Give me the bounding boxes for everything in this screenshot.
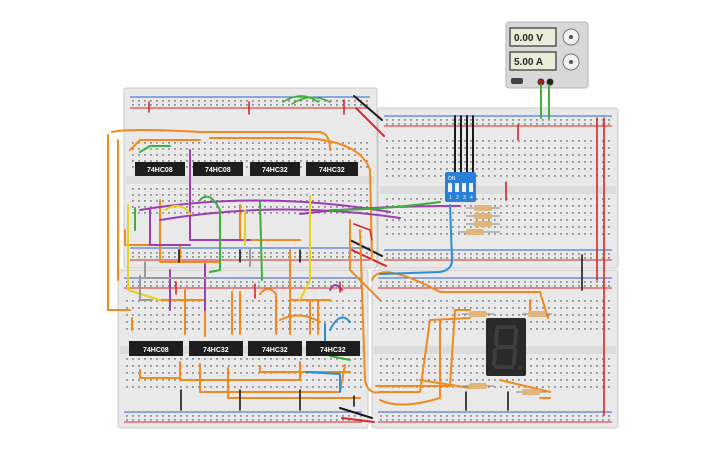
logic-chip[interactable]: 74HC32 bbox=[250, 162, 300, 176]
chip-label: 74HC32 bbox=[319, 167, 345, 174]
dip-switch-toggle[interactable] bbox=[462, 183, 466, 192]
logic-chip[interactable]: 74HC32 bbox=[306, 341, 360, 356]
logic-chip[interactable]: 74HC32 bbox=[248, 341, 302, 356]
logic-chip[interactable]: 74HC32 bbox=[306, 162, 358, 176]
breadboard-top-right[interactable] bbox=[377, 107, 619, 269]
chip-label: 74HC32 bbox=[203, 347, 229, 354]
seven-segment-display[interactable] bbox=[486, 318, 526, 376]
chip-label: 74HC32 bbox=[262, 167, 288, 174]
logic-chip[interactable]: 74HC08 bbox=[135, 162, 185, 176]
power-supply[interactable]: 0.00 V 5.00 A bbox=[505, 21, 589, 89]
dip-switch-toggle[interactable] bbox=[455, 183, 459, 192]
power-switch[interactable] bbox=[511, 78, 523, 84]
chip-label: 74HC08 bbox=[143, 347, 169, 354]
dip-switch-position-2: 2 bbox=[456, 195, 459, 201]
logic-chip[interactable]: 74HC08 bbox=[193, 162, 243, 176]
chip-label: 74HC32 bbox=[320, 347, 346, 354]
logic-chip[interactable]: 74HC08 bbox=[129, 341, 183, 356]
dip-switch-position-3: 3 bbox=[463, 195, 466, 201]
circuit-canvas[interactable]: 0.00 V 5.00 A ON 1 2 3 4 74HC08 74HC08 7… bbox=[0, 0, 725, 453]
logic-chip[interactable]: 74HC32 bbox=[189, 341, 243, 356]
dip-switch-toggle[interactable] bbox=[448, 183, 452, 192]
negative-terminal[interactable] bbox=[546, 78, 554, 86]
dip-switch-position-1: 1 bbox=[449, 195, 452, 201]
dip-switch-label: ON bbox=[448, 176, 456, 182]
dip-switch-position-4: 4 bbox=[470, 195, 473, 201]
chip-label: 74HC32 bbox=[262, 347, 288, 354]
dip-switch-toggle[interactable] bbox=[469, 183, 473, 192]
dip-switch[interactable]: ON 1 2 3 4 bbox=[445, 172, 476, 202]
chip-label: 74HC08 bbox=[205, 167, 231, 174]
chip-label: 74HC08 bbox=[147, 167, 173, 174]
current-display: 5.00 A bbox=[514, 57, 543, 68]
voltage-display: 0.00 V bbox=[514, 33, 543, 44]
